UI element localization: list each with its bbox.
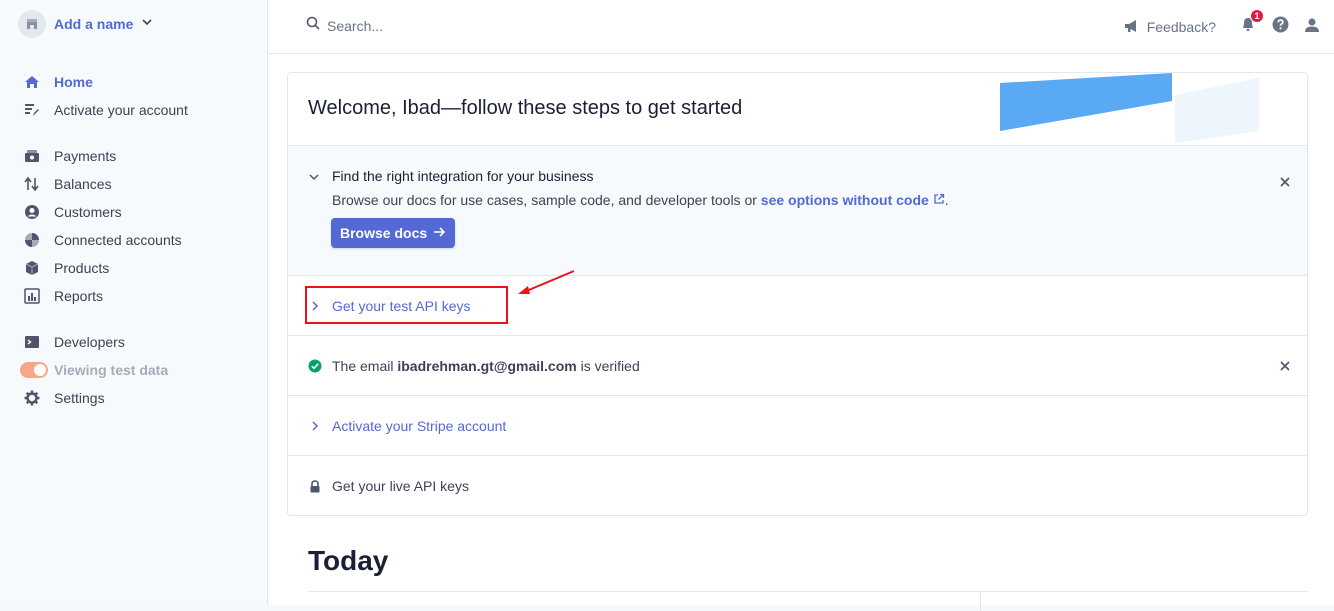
- bottom-nav: Developers Viewing test data Settings: [0, 328, 268, 412]
- chevron-right-icon: [308, 419, 322, 433]
- help-icon: [1272, 16, 1289, 38]
- onboarding-card: Welcome, Ibad—follow these steps to get …: [287, 72, 1308, 516]
- integration-description-text: Browse our docs for use cases, sample co…: [332, 192, 761, 208]
- feedback-label: Feedback?: [1146, 19, 1216, 35]
- sidebar-item-label: Viewing test data: [54, 362, 169, 378]
- sidebar-item-label: Reports: [54, 288, 104, 304]
- connected-accounts-icon: [22, 230, 42, 250]
- step-label: Get your test API keys: [332, 297, 471, 314]
- step-label: The email ibadrehman.gt@gmail.com is ver…: [332, 358, 640, 374]
- step-label: Get your live API keys: [332, 478, 469, 494]
- sidebar-item-home[interactable]: Home: [0, 68, 268, 96]
- sidebar-item-customers[interactable]: Customers: [0, 198, 268, 226]
- integration-description: Browse our docs for use cases, sample co…: [332, 192, 949, 208]
- welcome-title: Welcome, Ibad—follow these steps to get …: [308, 97, 743, 119]
- integration-title: Find the right integration for your busi…: [332, 168, 594, 184]
- browse-docs-label: Browse docs: [340, 225, 428, 241]
- email-prefix: The email: [332, 357, 398, 374]
- options-without-code-link[interactable]: see options without code: [761, 192, 945, 208]
- products-icon: [22, 258, 42, 278]
- account-switcher[interactable]: Add a name: [18, 10, 153, 38]
- notification-badge: 1: [1250, 9, 1264, 23]
- sidebar-item-label: Activate your account: [54, 102, 188, 118]
- sidebar-item-connected-accounts[interactable]: Connected accounts: [0, 226, 268, 254]
- lock-icon: [308, 479, 322, 493]
- external-link-icon: [933, 192, 945, 208]
- search-icon: [306, 16, 320, 35]
- sidebar-item-label: Balances: [54, 176, 112, 192]
- check-circle-icon: [308, 359, 322, 373]
- customers-icon: [22, 202, 42, 222]
- test-mode-toggle[interactable]: [20, 362, 48, 378]
- chevron-right-icon: [308, 299, 322, 313]
- sidebar-item-label: Payments: [54, 148, 117, 164]
- email-address: ibadrehman.gt@gmail.com: [397, 357, 577, 374]
- divider: [308, 591, 1308, 592]
- help-button[interactable]: [1270, 16, 1290, 38]
- options-link-label: see options without code: [760, 192, 929, 208]
- topbar-actions: Feedback? 1: [1124, 0, 1334, 54]
- sidebar-item-activate-account[interactable]: Activate your account: [0, 96, 268, 124]
- step-test-api-keys[interactable]: Get your test API keys: [288, 276, 1307, 336]
- sidebar: Add a name Home Activate your account Pa…: [0, 0, 268, 605]
- payments-icon: [22, 146, 42, 166]
- step-email-verified: The email ibadrehman.gt@gmail.com is ver…: [288, 336, 1307, 396]
- welcome-header: Welcome, Ibad—follow these steps to get …: [288, 73, 1307, 146]
- account-name: Add a name: [54, 16, 134, 32]
- email-suffix: is verified: [576, 357, 640, 374]
- integration-step: Find the right integration for your busi…: [288, 146, 1307, 276]
- close-icon[interactable]: [1277, 174, 1293, 190]
- close-icon[interactable]: [1277, 358, 1293, 374]
- sidebar-item-label: Developers: [54, 334, 125, 350]
- sidebar-item-developers[interactable]: Developers: [0, 328, 268, 356]
- divider: [980, 591, 981, 611]
- arrow-right-icon: [433, 225, 446, 241]
- primary-nav: Home Activate your account: [0, 68, 268, 124]
- sidebar-item-test-data-toggle[interactable]: Viewing test data: [0, 356, 268, 384]
- search-input[interactable]: [327, 17, 627, 34]
- sidebar-item-reports[interactable]: Reports: [0, 282, 268, 310]
- megaphone-icon: [1124, 19, 1140, 36]
- terminal-icon: [22, 332, 42, 352]
- step-activate-account[interactable]: Activate your Stripe account: [288, 396, 1307, 456]
- sidebar-item-balances[interactable]: Balances: [0, 170, 268, 198]
- store-icon: [18, 10, 46, 38]
- sidebar-item-label: Customers: [54, 204, 122, 220]
- balances-icon: [22, 174, 42, 194]
- sidebar-item-payments[interactable]: Payments: [0, 142, 268, 170]
- sidebar-item-label: Products: [54, 260, 110, 276]
- sidebar-item-products[interactable]: Products: [0, 254, 268, 282]
- step-live-api-keys: Get your live API keys: [288, 456, 1307, 515]
- step-label: Activate your Stripe account: [332, 417, 507, 434]
- search-bar[interactable]: [306, 16, 627, 35]
- reports-icon: [22, 286, 42, 306]
- edit-list-icon: [22, 100, 42, 120]
- chevron-down-icon: [141, 15, 153, 33]
- main-nav: Payments Balances Customers Connected ac…: [0, 142, 268, 310]
- decorative-banner: [1000, 73, 1259, 143]
- sidebar-item-label: Settings: [54, 390, 105, 406]
- user-icon: [1304, 17, 1320, 38]
- notifications-button[interactable]: 1: [1238, 9, 1264, 37]
- annotation-arrow-icon: [518, 270, 575, 294]
- home-icon: [22, 72, 42, 92]
- integration-description-end: .: [944, 192, 949, 208]
- sidebar-item-settings[interactable]: Settings: [0, 384, 268, 412]
- account-button[interactable]: [1302, 17, 1322, 37]
- sidebar-item-label: Home: [54, 74, 93, 90]
- main-content: Welcome, Ibad—follow these steps to get …: [268, 54, 1334, 611]
- chevron-down-icon[interactable]: [308, 170, 320, 188]
- feedback-button[interactable]: Feedback?: [1124, 19, 1216, 36]
- sidebar-item-label: Connected accounts: [54, 232, 182, 248]
- today-heading: Today: [308, 545, 389, 576]
- topbar: Feedback? 1: [268, 0, 1334, 54]
- gear-icon: [22, 388, 42, 408]
- browse-docs-button[interactable]: Browse docs: [331, 218, 456, 248]
